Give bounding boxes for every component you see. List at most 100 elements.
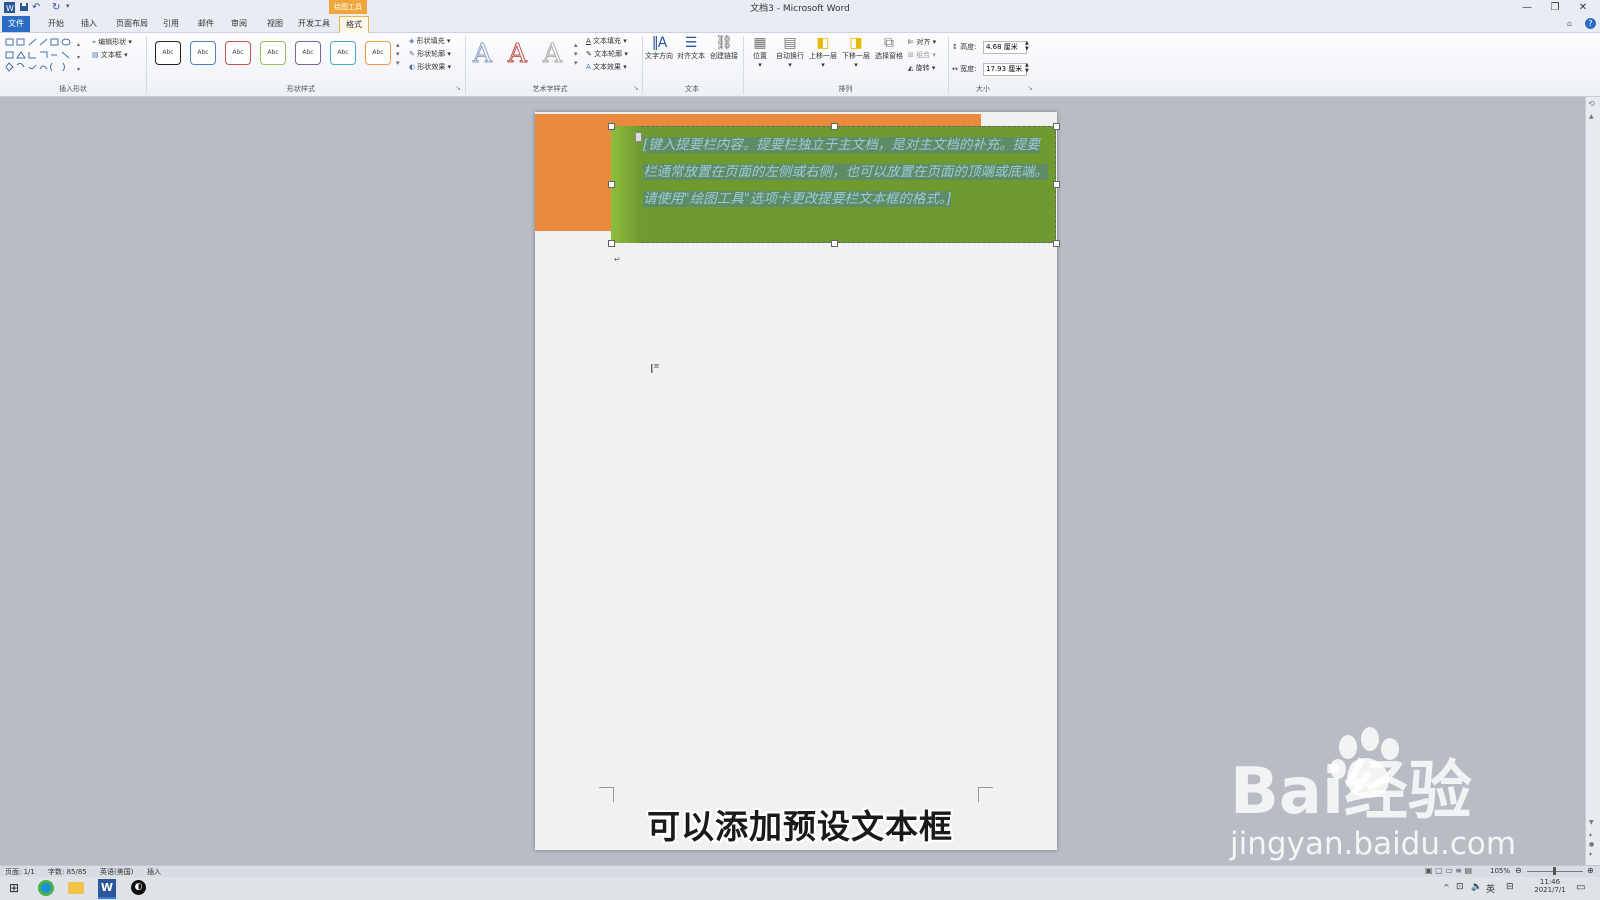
ruler-toggle-icon[interactable]: ⟲ <box>1588 99 1595 108</box>
zoom-level[interactable]: 105% <box>1490 867 1510 875</box>
wordart-style-3[interactable]: A <box>543 39 563 70</box>
text-box-button[interactable]: ▤ 文本框 ▾ <box>92 50 128 60</box>
media-app-icon[interactable]: ◐ <box>131 880 146 895</box>
vertical-scrollbar[interactable]: ⟲ ▲ ▼ ▴ ● ▾ <box>1585 97 1600 865</box>
shape-style-4[interactable]: Abc <box>260 41 286 65</box>
close-button[interactable]: ✕ <box>1572 2 1594 14</box>
ribbon-tab-bar: 文件 开始 插入 页面布局 引用 邮件 审阅 视图 开发工具 格式 <box>0 16 1600 33</box>
send-backward-dropdown-icon: ▾ <box>854 61 858 69</box>
resize-handle-bottom-right[interactable] <box>1053 240 1060 247</box>
bring-forward-button[interactable]: ◧ 上移一层 ▾ <box>807 35 839 69</box>
ime-indicator[interactable]: 英 <box>1486 882 1495 895</box>
resize-handle-right[interactable] <box>1053 181 1060 188</box>
wordart-style-2[interactable]: A <box>508 39 528 70</box>
view-buttons-icon[interactable]: ▣ ▢ ▭ ≡ ▤ <box>1425 866 1472 875</box>
wordart-style-1[interactable]: A <box>473 39 493 70</box>
wrap-text-dropdown-icon: ▾ <box>788 61 792 69</box>
resize-handle-bottom-left[interactable] <box>608 240 615 247</box>
wordart-scroll[interactable]: ▴ ▾ ▾ <box>574 41 578 68</box>
create-link-button[interactable]: ⛓ 创建链接 <box>709 35 739 61</box>
size-dialog-launcher-icon[interactable]: ↘ <box>1027 84 1033 92</box>
sidebar-placeholder-text[interactable]: [键入提要栏内容。提要栏独立于主文档，是对主文档的补充。提要栏通常放置在页面的左… <box>643 132 1051 213</box>
shapes-gallery[interactable]: ▴ ▾ ▾ <box>5 37 85 77</box>
status-mode[interactable]: 插入 <box>147 867 161 877</box>
restore-button[interactable]: ❐ <box>1544 2 1566 14</box>
minimize-button[interactable]: — <box>1516 2 1538 14</box>
shape-style-scroll[interactable]: ▴ ▾ ▾ <box>396 41 400 68</box>
wrap-text-button[interactable]: ▤ 自动换行 ▾ <box>775 35 805 69</box>
rotate-button[interactable]: ◭ 旋转 ▾ <box>908 63 935 73</box>
width-label: ↔ 宽度: <box>952 65 977 73</box>
text-fill-icon: A <box>586 37 591 45</box>
tab-2[interactable]: 插入 <box>75 16 103 32</box>
start-windows-icon[interactable]: ⊞ <box>9 881 19 895</box>
status-page[interactable]: 页面: 1/1 <box>5 867 35 877</box>
height-input[interactable]: 4.68 厘米 <box>983 41 1027 54</box>
tab-1[interactable]: 开始 <box>42 16 70 32</box>
browser-icon[interactable] <box>38 880 54 896</box>
zoom-in-icon[interactable]: ⊕ <box>1587 866 1594 875</box>
group-icon: ⊞ <box>908 51 914 59</box>
tray-overflow-icon[interactable]: ^ <box>1443 883 1450 892</box>
volume-icon[interactable]: 🔈 <box>1471 882 1482 892</box>
file-explorer-icon[interactable] <box>68 882 84 894</box>
shape-effects-button[interactable]: ◐ 形状效果 ▾ <box>409 62 451 72</box>
word-taskbar-icon[interactable]: W <box>98 879 116 899</box>
help-icon[interactable]: ? <box>1585 18 1596 29</box>
shape-style-1[interactable]: Abc <box>155 41 181 65</box>
resize-handle-top[interactable] <box>831 123 838 130</box>
shape-fill-button[interactable]: ◈ 形状填充 ▾ <box>409 36 450 46</box>
text-outline-button[interactable]: ✎ 文本轮廓 ▾ <box>586 49 628 59</box>
send-backward-button[interactable]: ◨ 下移一层 ▾ <box>840 35 872 69</box>
height-icon: ↕ <box>952 43 958 51</box>
shape-styles-dialog-launcher-icon[interactable]: ↘ <box>455 84 461 92</box>
width-spinner[interactable]: ▲ ▼ <box>1025 62 1029 74</box>
status-language[interactable]: 英语(美国) <box>100 867 133 877</box>
notifications-icon[interactable]: ▭ <box>1576 882 1585 893</box>
anchor-icon[interactable] <box>635 132 642 142</box>
align-text-button[interactable]: ☰ 对齐文本 <box>676 35 706 61</box>
text-effects-button[interactable]: A 文本效果 ▾ <box>586 62 627 72</box>
resize-handle-top-left[interactable] <box>608 123 615 130</box>
shape-style-7[interactable]: Abc <box>365 41 391 65</box>
taskbar: ⊞ W ◐ ^ ⊡ 🔈 英 ⊟ 11:46 2021/7/1 ▭ <box>0 877 1600 900</box>
shape-style-5[interactable]: Abc <box>295 41 321 65</box>
text-fill-button[interactable]: A 文本填充 ▾ <box>586 36 627 46</box>
align-button[interactable]: ⊫ 对齐 ▾ <box>908 37 936 47</box>
width-input[interactable]: 17.93 厘米 <box>983 63 1027 76</box>
tab-0[interactable]: 文件 <box>2 16 30 32</box>
scroll-up-icon[interactable]: ▲ <box>1589 113 1594 120</box>
status-word-count[interactable]: 字数: 85/85 <box>48 867 87 877</box>
resize-handle-bottom[interactable] <box>831 240 838 247</box>
shape-style-3[interactable]: Abc <box>225 41 251 65</box>
status-bar: 页面: 1/1 字数: 85/85 英语(美国) 插入 ▣ ▢ ▭ ≡ ▤ 10… <box>0 865 1600 877</box>
shape-outline-button[interactable]: ✎ 形状轮廓 ▾ <box>409 49 451 59</box>
tab-8[interactable]: 开发工具 <box>292 16 336 32</box>
resize-handle-left[interactable] <box>608 181 615 188</box>
zoom-out-icon[interactable]: ⊖ <box>1515 866 1522 875</box>
tab-9[interactable]: 格式 <box>339 16 369 33</box>
height-spinner[interactable]: ▲ ▼ <box>1025 40 1029 52</box>
network-icon[interactable]: ⊡ <box>1456 882 1464 892</box>
zoom-slider-thumb[interactable] <box>1553 867 1556 875</box>
tab-7[interactable]: 视图 <box>261 16 289 32</box>
tab-4[interactable]: 引用 <box>157 16 185 32</box>
text-direction-button[interactable]: ‖A 文字方向 <box>644 35 674 61</box>
tab-3[interactable]: 页面布局 <box>110 16 154 32</box>
next-page-icon[interactable]: ▾ <box>1589 851 1592 858</box>
tab-6[interactable]: 审阅 <box>225 16 253 32</box>
group-button[interactable]: ⊞ 组合 ▾ <box>908 50 936 60</box>
position-button[interactable]: ▦ 位置 ▾ <box>746 35 774 69</box>
resize-handle-top-right[interactable] <box>1053 123 1060 130</box>
watermark-logo-text: Bai经验 <box>1230 755 1472 825</box>
edit-shape-button[interactable]: ⌖ 编辑形状 ▾ <box>92 37 132 47</box>
shape-style-2[interactable]: Abc <box>190 41 216 65</box>
svg-text:▾: ▾ <box>77 66 80 73</box>
clock[interactable]: 11:46 2021/7/1 <box>1530 878 1570 894</box>
selection-pane-button[interactable]: ⧉ 选择窗格 <box>873 35 905 61</box>
ribbon-collapse-icon[interactable]: ⌂ <box>1567 19 1572 28</box>
wordart-dialog-launcher-icon[interactable]: ↘ <box>633 84 639 92</box>
tab-5[interactable]: 邮件 <box>192 16 220 32</box>
shape-style-6[interactable]: Abc <box>330 41 356 65</box>
ime-mode-icon[interactable]: ⊟ <box>1506 882 1514 892</box>
